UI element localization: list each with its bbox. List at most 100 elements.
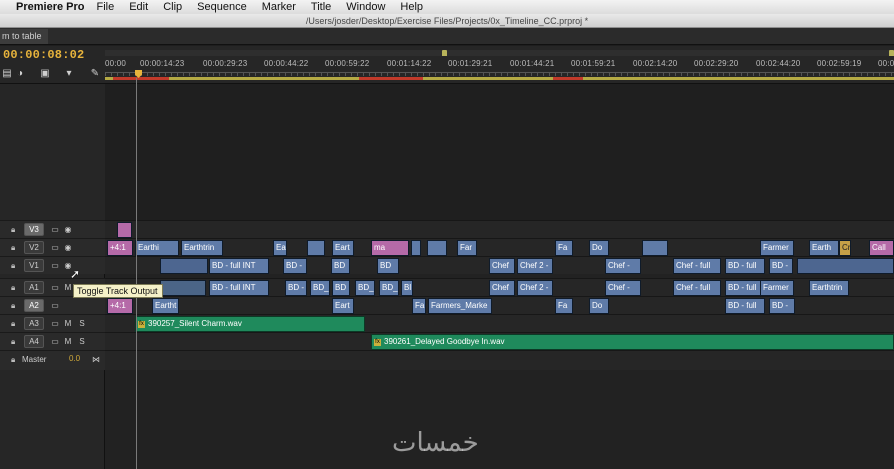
menu-title[interactable]: Title (311, 1, 331, 13)
lane-a2[interactable]: +4:1 Eartht Eart Fa Farmers_Marke Fa Do … (105, 296, 894, 314)
clip-v2[interactable]: Eart (332, 240, 354, 256)
master-meter-icon[interactable]: ⋈ (91, 354, 101, 365)
clip-a1[interactable]: Bl (401, 280, 413, 296)
clip-a1[interactable]: BD (332, 280, 350, 296)
clip-a1[interactable]: BD - full (725, 280, 765, 296)
clip-a1[interactable] (160, 280, 206, 296)
clip-v1[interactable]: Chef (489, 258, 515, 274)
eye-icon[interactable]: ◉ (63, 242, 73, 253)
clip-a2[interactable]: Fa (555, 298, 573, 314)
track-target-a3[interactable]: A3 (24, 317, 44, 330)
clip-v1[interactable]: BD - full INT (209, 258, 269, 274)
sync-lock-icon[interactable]: ▭ (50, 336, 60, 347)
eye-icon[interactable]: ◉ (63, 224, 73, 235)
clip-v2[interactable]: Ear (273, 240, 287, 256)
tab-sequence[interactable]: m to table (0, 29, 48, 44)
clip-v1[interactable] (160, 258, 208, 274)
clip-a1[interactable]: BD_ (310, 280, 330, 296)
nest-icon[interactable]: ▤ (0, 68, 14, 80)
clip-a2[interactable]: +4:1 (107, 298, 133, 314)
menu-edit[interactable]: Edit (129, 1, 148, 13)
clip-v2[interactable] (411, 240, 421, 256)
mute-button[interactable]: M (63, 318, 73, 329)
clip-a2[interactable]: Fa (412, 298, 426, 314)
sync-lock-icon[interactable]: ▭ (50, 318, 60, 329)
clip-v1[interactable] (797, 258, 894, 274)
lane-v2[interactable]: +4:1 Earthi Earthtrin Ear Eart ma Far Fa… (105, 238, 894, 256)
menu-marker[interactable]: Marker (262, 1, 296, 13)
lane-v1[interactable]: BD - full INT BD - BD BD Chef Chef 2 - C… (105, 256, 894, 274)
lock-icon[interactable]: 🔒︎ (11, 337, 18, 346)
clip-v2[interactable] (642, 240, 668, 256)
work-area-bar[interactable] (105, 77, 894, 80)
linked-selection-icon[interactable]: ▣ (38, 68, 52, 80)
track-target-v1[interactable]: V1 (24, 259, 44, 272)
clip-v2[interactable]: Earth (809, 240, 839, 256)
track-target-v2[interactable]: V2 (24, 241, 44, 254)
clip-a2[interactable]: Eart (332, 298, 354, 314)
menu-window[interactable]: Window (346, 1, 385, 13)
sync-lock-icon[interactable]: ▭ (50, 242, 60, 253)
clip-v1[interactable]: Chef - (605, 258, 641, 274)
clip-v2[interactable]: Earthtrin (181, 240, 223, 256)
playhead-timecode[interactable]: 00:00:08:02 (3, 48, 84, 62)
app-name-menu[interactable]: Premiere Pro (16, 1, 84, 13)
lock-icon[interactable]: 🔒︎ (11, 225, 18, 234)
sync-lock-icon[interactable]: ▭ (50, 300, 60, 311)
clip-a1[interactable]: Chef 2 - (517, 280, 553, 296)
mute-button[interactable]: M (63, 336, 73, 347)
menu-sequence[interactable]: Sequence (197, 1, 247, 13)
clip-v1[interactable]: BD (331, 258, 350, 274)
sync-lock-icon[interactable]: ▭ (50, 282, 60, 293)
clip-a1[interactable]: Farmer (760, 280, 794, 296)
clip-v1[interactable]: BD - (769, 258, 793, 274)
clip-a2[interactable]: BD - full (725, 298, 765, 314)
menu-help[interactable]: Help (400, 1, 423, 13)
audio-clip-silent-charm[interactable]: fx 390257_Silent Charm.wav (135, 316, 365, 332)
clip-v2[interactable]: Call (869, 240, 894, 256)
solo-button[interactable]: S (77, 318, 87, 329)
clip-a2[interactable]: BD - (769, 298, 795, 314)
clip-a2[interactable]: Do (589, 298, 609, 314)
clip-v2[interactable]: Earthi (135, 240, 179, 256)
snap-icon[interactable]: ◑ (13, 68, 27, 80)
clip-v1[interactable]: Chef 2 - (517, 258, 553, 274)
clip-a1[interactable]: Chef - full (673, 280, 721, 296)
clip-v2[interactable]: Far (457, 240, 477, 256)
track-target-a1[interactable]: A1 (24, 281, 44, 294)
sync-lock-icon[interactable]: ▭ (50, 224, 60, 235)
lane-a4[interactable]: fx 390261_Delayed Goodbye In.wav (105, 332, 894, 350)
clip-a1[interactable]: BD - (285, 280, 307, 296)
clip-a2[interactable]: Eartht (152, 298, 179, 314)
clip-v2[interactable]: +4:1 (107, 240, 133, 256)
clip-v1[interactable]: BD (377, 258, 399, 274)
clip-a1[interactable]: BD_I (355, 280, 375, 296)
clip-v1[interactable]: Chef - full (673, 258, 721, 274)
clip-v2[interactable]: ma (371, 240, 409, 256)
lock-icon[interactable]: 🔒︎ (11, 301, 18, 310)
lock-icon[interactable]: 🔒︎ (11, 261, 18, 270)
mute-button[interactable]: M (63, 282, 73, 293)
clip-a1[interactable]: Earthtrin (809, 280, 849, 296)
sync-lock-icon[interactable]: ▭ (50, 260, 60, 271)
menu-file[interactable]: File (96, 1, 114, 13)
track-target-v3[interactable]: V3 (24, 223, 44, 236)
clip-v2[interactable]: Farmer (760, 240, 794, 256)
clip-a1[interactable]: Chef (489, 280, 515, 296)
clip-a2[interactable]: Farmers_Marke (428, 298, 492, 314)
add-marker-icon[interactable]: ▾ (62, 68, 76, 80)
clip-v1[interactable]: BD - (283, 258, 307, 274)
lane-a3[interactable]: fx 390257_Silent Charm.wav (105, 314, 894, 332)
lane-v3[interactable] (105, 220, 894, 238)
playhead-line[interactable] (136, 78, 137, 469)
clip-v1[interactable]: BD - full (725, 258, 765, 274)
timeline-empty-space[interactable] (105, 84, 894, 220)
clip-v2[interactable]: Fa (555, 240, 573, 256)
lane-a1[interactable]: BD - full INT BD - BD_ BD BD_I BD_ Bl Ch… (105, 278, 894, 296)
menu-clip[interactable]: Clip (163, 1, 182, 13)
wrench-icon[interactable]: ✎ (88, 68, 102, 80)
lock-icon[interactable]: 🔒︎ (11, 319, 18, 328)
clip-a1[interactable]: BD_ (379, 280, 399, 296)
lock-icon[interactable]: 🔒︎ (11, 355, 18, 364)
time-ruler[interactable]: 00:00 00:00:14:23 00:00:29:23 00:00:44:2… (105, 56, 894, 84)
